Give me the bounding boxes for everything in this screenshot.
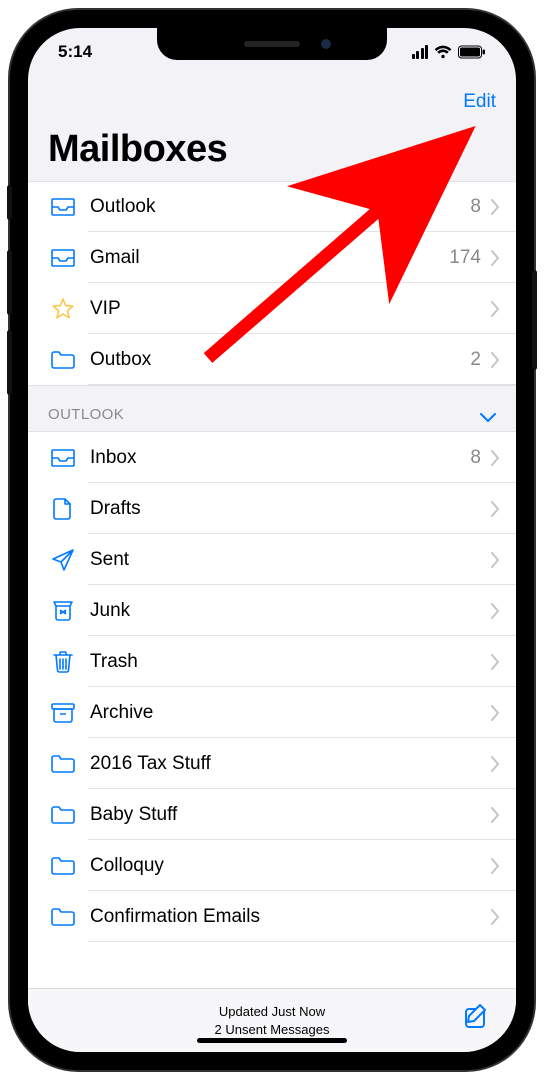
status-line-2: 2 Unsent Messages — [215, 1021, 330, 1039]
mailboxes-row[interactable]: Gmail174 — [28, 232, 516, 283]
folders-row[interactable]: Inbox8 — [28, 432, 516, 483]
chevron-right-icon — [491, 501, 500, 517]
mailboxes-label: Gmail — [90, 247, 449, 269]
chevron-right-icon — [491, 807, 500, 823]
send-icon — [48, 548, 78, 572]
folders-row[interactable]: Baby Stuff — [28, 789, 516, 840]
chevron-right-icon — [491, 352, 500, 368]
chevron-right-icon — [491, 654, 500, 670]
section-header-outlook[interactable]: OUTLOOK — [28, 385, 516, 432]
archive-icon — [48, 702, 78, 724]
folder-icon — [48, 350, 78, 370]
chevron-right-icon — [491, 450, 500, 466]
section-title: OUTLOOK — [48, 406, 124, 423]
wifi-icon — [434, 45, 452, 59]
mailboxes-count: 174 — [449, 247, 481, 269]
chevron-right-icon — [491, 199, 500, 215]
folders-label: 2016 Tax Stuff — [90, 753, 491, 775]
folder-icon — [48, 805, 78, 825]
nav-header: Edit Mailboxes — [28, 76, 516, 181]
mailbox-list: Outlook8Gmail174VIPOutbox2 OUTLOOK Inbox… — [28, 181, 516, 988]
folders-label: Archive — [90, 702, 491, 724]
inbox-icon — [48, 448, 78, 468]
folders-label: Baby Stuff — [90, 804, 491, 826]
junk-icon — [48, 600, 78, 622]
folders-row[interactable]: Drafts — [28, 483, 516, 534]
battery-icon — [458, 45, 486, 59]
compose-button[interactable] — [462, 1001, 492, 1031]
folders-row[interactable]: 2016 Tax Stuff — [28, 738, 516, 789]
mailboxes-label: Outbox — [90, 349, 470, 371]
chevron-right-icon — [491, 705, 500, 721]
chevron-right-icon — [491, 909, 500, 925]
folders-row[interactable]: Colloquy — [28, 840, 516, 891]
home-indicator[interactable] — [197, 1038, 347, 1043]
folders-count: 8 — [470, 447, 481, 469]
folders-label: Drafts — [90, 498, 491, 520]
folders-label: Inbox — [90, 447, 470, 469]
mailboxes-count: 8 — [470, 196, 481, 218]
folder-icon — [48, 856, 78, 876]
cellular-icon — [412, 45, 429, 59]
folders-label: Trash — [90, 651, 491, 673]
chevron-right-icon — [491, 756, 500, 772]
volume-up-button — [7, 250, 12, 315]
screen: 5:14 Edit Mailboxes Outlook8Gmail174VI — [28, 28, 516, 1052]
power-button — [532, 270, 537, 370]
edit-button[interactable]: Edit — [463, 91, 496, 113]
mailboxes-row[interactable]: Outlook8 — [28, 181, 516, 232]
folders-label: Colloquy — [90, 855, 491, 877]
inbox-icon — [48, 197, 78, 217]
star-icon — [48, 297, 78, 321]
chevron-right-icon — [491, 552, 500, 568]
mailboxes-label: VIP — [90, 298, 491, 320]
device-frame: 5:14 Edit Mailboxes Outlook8Gmail174VI — [10, 10, 534, 1070]
folder-icon — [48, 907, 78, 927]
folders-row[interactable]: Confirmation Emails — [28, 891, 516, 942]
side-button — [7, 185, 12, 220]
inbox-icon — [48, 248, 78, 268]
chevron-right-icon — [491, 301, 500, 317]
status-time: 5:14 — [58, 42, 92, 62]
folder-icon — [48, 754, 78, 774]
folders-row[interactable]: Archive — [28, 687, 516, 738]
folders-label: Confirmation Emails — [90, 906, 491, 928]
chevron-right-icon — [491, 603, 500, 619]
folders-label: Junk — [90, 600, 491, 622]
page-title: Mailboxes — [48, 128, 496, 171]
notch — [157, 28, 387, 60]
folders-row[interactable]: Junk — [28, 585, 516, 636]
volume-down-button — [7, 330, 12, 395]
doc-icon — [48, 497, 78, 521]
folders-row[interactable]: Sent — [28, 534, 516, 585]
trash-icon — [48, 650, 78, 674]
chevron-right-icon — [491, 858, 500, 874]
sync-status: Updated Just Now 2 Unsent Messages — [215, 1003, 330, 1038]
mailboxes-label: Outlook — [90, 196, 470, 218]
chevron-down-icon[interactable] — [480, 413, 496, 423]
mailboxes-count: 2 — [470, 349, 481, 371]
status-line-1: Updated Just Now — [215, 1003, 330, 1021]
folders-label: Sent — [90, 549, 491, 571]
chevron-right-icon — [491, 250, 500, 266]
mailboxes-row[interactable]: Outbox2 — [28, 334, 516, 385]
folders-row[interactable]: Trash — [28, 636, 516, 687]
mailboxes-row[interactable]: VIP — [28, 283, 516, 334]
